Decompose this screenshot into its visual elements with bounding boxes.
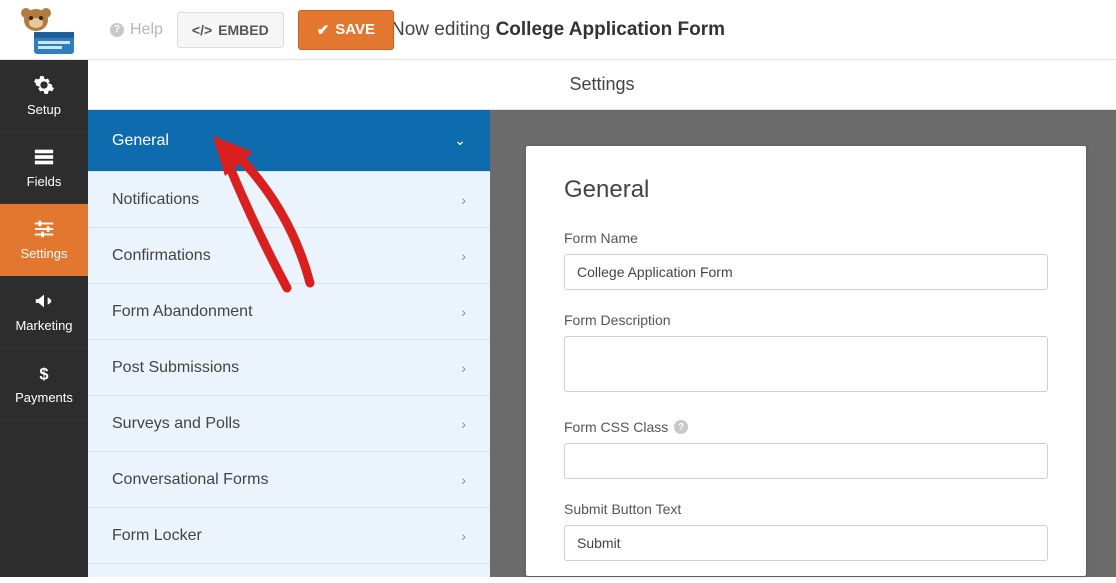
app-frame: Now editing College Application Form ? H…	[0, 0, 1116, 577]
sidebar-item-settings[interactable]: Settings	[0, 204, 88, 276]
embed-button[interactable]: </> EMBED	[177, 12, 284, 48]
settings-item-label: Post Submissions	[112, 359, 239, 377]
settings-item-label: General	[112, 132, 169, 150]
form-panel-area: General Form Name Form Description Form …	[490, 110, 1116, 577]
submit-button-text-label: Submit Button Text	[564, 501, 1048, 517]
form-description-label: Form Description	[564, 312, 1048, 328]
form-name-label: Form Name	[564, 230, 1048, 246]
editing-form-name: College Application Form	[496, 19, 725, 40]
help-icon[interactable]: ?	[674, 420, 688, 434]
chevron-right-icon: ›	[461, 360, 466, 376]
sidebar-item-label: Marketing	[15, 318, 72, 333]
sliders-icon	[33, 218, 55, 240]
settings-header: Settings	[88, 60, 1116, 110]
form-css-class-label-text: Form CSS Class	[564, 419, 668, 435]
sidebar-item-fields[interactable]: Fields	[0, 132, 88, 204]
top-bar: Now editing College Application Form ? H…	[0, 0, 1116, 60]
editing-prefix: Now editing	[391, 19, 496, 40]
settings-item-confirmations[interactable]: Confirmations ›	[88, 228, 490, 284]
sidebar-item-setup[interactable]: Setup	[0, 60, 88, 132]
settings-item-label: Notifications	[112, 191, 199, 209]
primary-sidebar: Setup Fields Settings Marketing $ Paymen…	[0, 60, 88, 577]
chevron-down-icon: ⌄	[454, 132, 466, 149]
settings-item-notifications[interactable]: Notifications ›	[88, 172, 490, 228]
settings-item-label: Form Abandonment	[112, 303, 253, 321]
general-settings-card: General Form Name Form Description Form …	[526, 146, 1086, 576]
form-css-class-label: Form CSS Class ?	[564, 419, 1048, 435]
settings-item-surveys-polls[interactable]: Surveys and Polls ›	[88, 396, 490, 452]
settings-item-form-locker[interactable]: Form Locker ›	[88, 508, 490, 564]
chevron-right-icon: ›	[461, 528, 466, 544]
settings-header-label: Settings	[569, 74, 634, 95]
settings-item-general[interactable]: General ⌄	[88, 110, 490, 172]
form-name-input[interactable]	[564, 254, 1048, 290]
content-row: General ⌄ Notifications › Confirmations …	[88, 110, 1116, 577]
settings-sidebar: General ⌄ Notifications › Confirmations …	[88, 110, 490, 577]
settings-item-label: Conversational Forms	[112, 471, 269, 489]
chevron-right-icon: ›	[461, 304, 466, 320]
save-button[interactable]: ✔ SAVE	[298, 10, 394, 50]
chevron-right-icon: ›	[461, 192, 466, 208]
settings-item-label: Surveys and Polls	[112, 415, 240, 433]
bullhorn-icon	[33, 290, 55, 312]
sidebar-item-label: Settings	[21, 246, 68, 261]
settings-item-label: Form Locker	[112, 527, 202, 545]
settings-item-form-abandonment[interactable]: Form Abandonment ›	[88, 284, 490, 340]
code-icon: </>	[192, 22, 212, 38]
sidebar-item-label: Fields	[27, 174, 62, 189]
svg-text:$: $	[39, 365, 48, 383]
top-bar-actions: ? Help </> EMBED ✔ SAVE	[110, 10, 394, 50]
form-css-class-input[interactable]	[564, 443, 1048, 479]
sidebar-item-label: Payments	[15, 390, 73, 405]
form-description-input[interactable]	[564, 336, 1048, 392]
content-wrap: Settings General ⌄ Notifications › Confi…	[88, 60, 1116, 577]
main-area: Setup Fields Settings Marketing $ Paymen…	[0, 60, 1116, 577]
save-label: SAVE	[335, 21, 375, 38]
embed-label: EMBED	[218, 22, 269, 38]
chevron-right-icon: ›	[461, 248, 466, 264]
help-label: Help	[130, 21, 163, 39]
dollar-icon: $	[33, 362, 55, 384]
gear-icon	[33, 74, 55, 96]
chevron-right-icon: ›	[461, 416, 466, 432]
chevron-right-icon: ›	[461, 472, 466, 488]
sidebar-item-label: Setup	[27, 102, 61, 117]
help-icon: ?	[110, 23, 124, 37]
help-button[interactable]: ? Help	[110, 21, 163, 39]
check-icon: ✔	[317, 21, 330, 39]
settings-item-conversational-forms[interactable]: Conversational Forms ›	[88, 452, 490, 508]
list-icon	[33, 146, 55, 168]
sidebar-item-payments[interactable]: $ Payments	[0, 348, 88, 420]
app-logo	[14, 6, 76, 54]
panel-title: General	[564, 176, 1048, 204]
sidebar-item-marketing[interactable]: Marketing	[0, 276, 88, 348]
submit-button-text-input[interactable]	[564, 525, 1048, 561]
settings-item-label: Confirmations	[112, 247, 211, 265]
settings-item-post-submissions[interactable]: Post Submissions ›	[88, 340, 490, 396]
